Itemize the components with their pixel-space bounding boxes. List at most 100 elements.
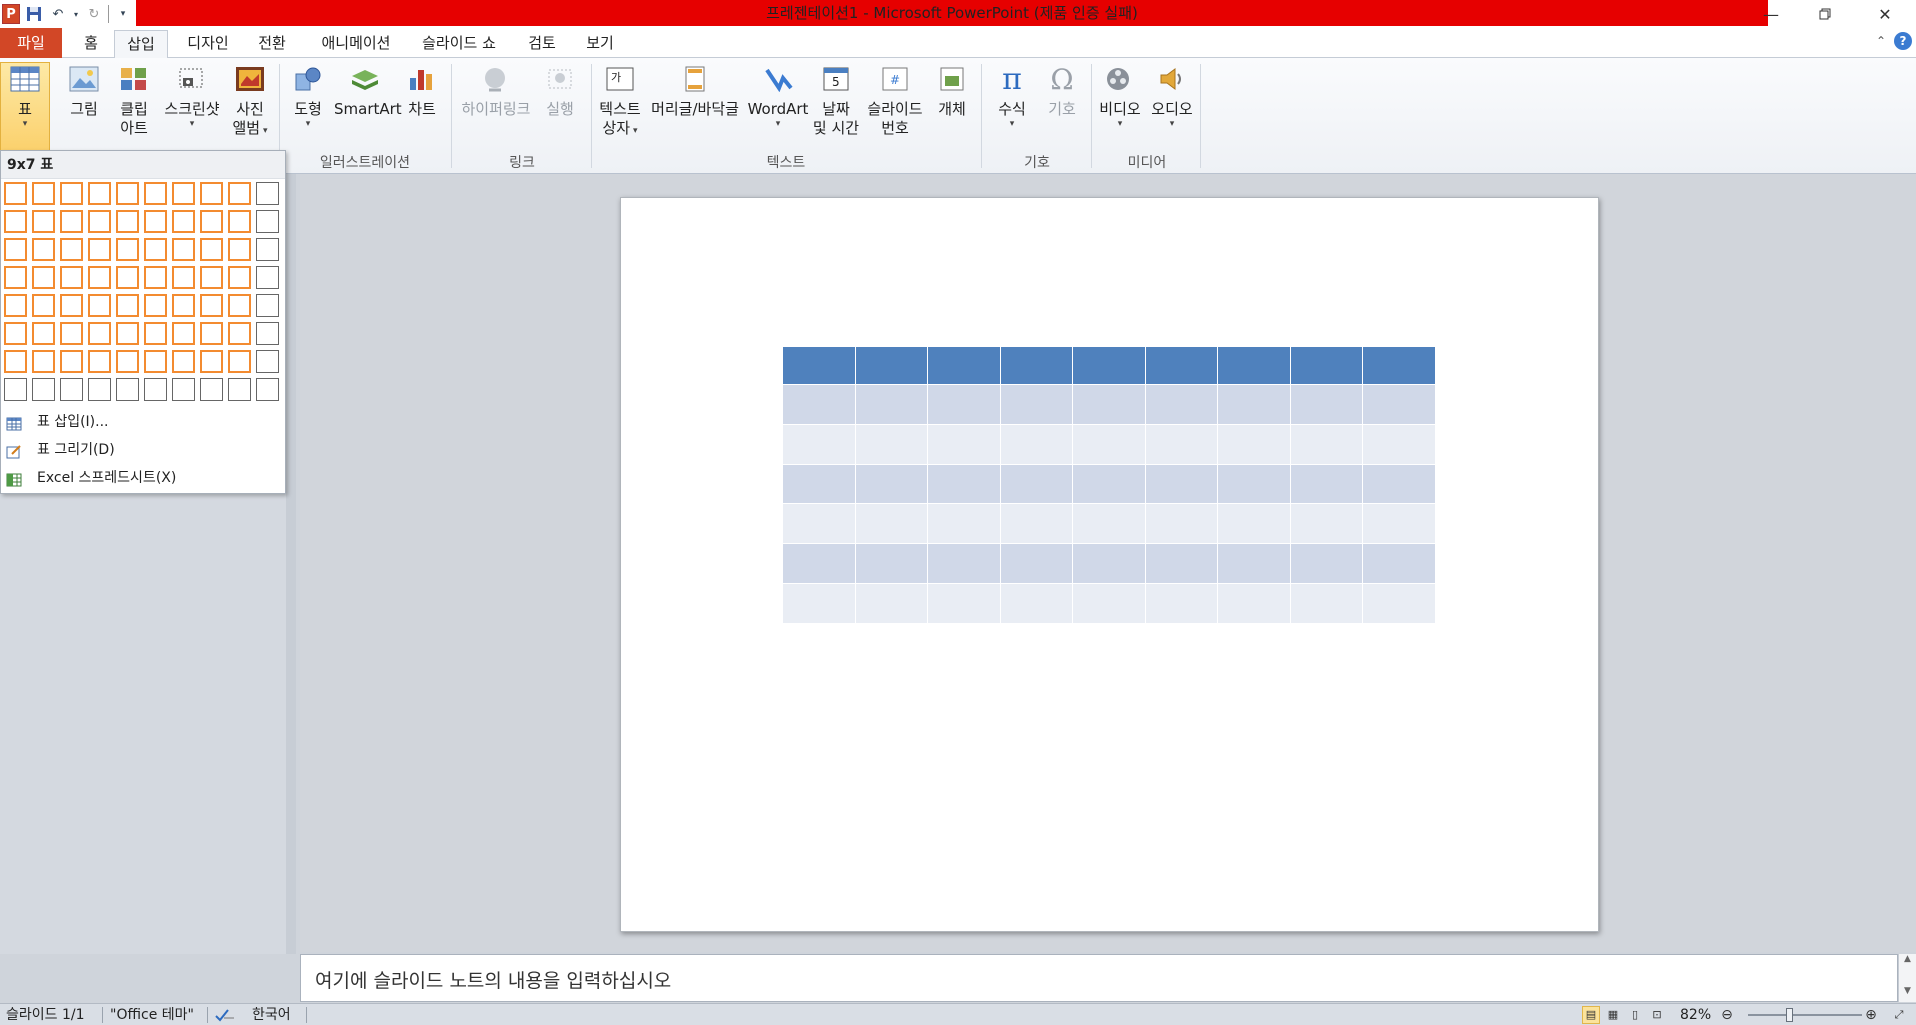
table-grid-cell[interactable] [228,378,251,401]
table-grid-cell[interactable] [256,210,279,233]
tab-review[interactable]: 검토 [520,30,564,58]
save-icon[interactable] [24,4,44,24]
slide-number-button[interactable]: # 슬라이드 번호 [862,64,928,138]
table-cell[interactable] [1289,423,1363,465]
table-cell[interactable] [1217,503,1291,545]
normal-view-icon[interactable]: ▤ [1582,1006,1600,1024]
table-grid-cell[interactable] [60,378,83,401]
table-grid-cell[interactable] [116,266,139,289]
table-grid-cell[interactable] [32,238,55,261]
spellcheck-icon[interactable] [214,1006,236,1025]
table-grid-cell[interactable] [200,322,223,345]
table-grid-cell[interactable] [60,294,83,317]
table-cell[interactable] [1289,543,1363,584]
table-grid-cell[interactable] [256,294,279,317]
table-cell[interactable] [1072,543,1146,584]
hyperlink-button[interactable]: 하이퍼링크 [456,64,536,119]
scroll-up-icon[interactable]: ▲ [1899,954,1916,964]
header-footer-button[interactable]: 머리글/바닥글 [646,64,744,119]
table-grid-cell[interactable] [116,350,139,373]
table-cell[interactable] [782,503,856,545]
help-icon[interactable]: ? [1894,32,1912,50]
table-grid-cell[interactable] [32,182,55,205]
table-grid-cell[interactable] [200,266,223,289]
table-cell[interactable] [927,384,1001,425]
slide-table[interactable] [782,346,1436,624]
table-cell[interactable] [1362,503,1436,545]
table-grid-cell[interactable] [4,182,27,205]
wordart-button[interactable]: WordArt ▾ [746,64,810,129]
slideshow-view-icon[interactable]: ⊡ [1648,1006,1666,1024]
table-grid-cell[interactable] [144,210,167,233]
table-grid-cell[interactable] [144,350,167,373]
table-grid-cell[interactable] [172,266,195,289]
table-cell[interactable] [1217,423,1291,465]
object-button[interactable]: 개체 [932,64,972,119]
table-grid-cell[interactable] [60,266,83,289]
table-cell[interactable] [999,463,1073,505]
table-grid-cell[interactable] [200,210,223,233]
table-cell[interactable] [1144,346,1218,385]
table-cell[interactable] [854,384,928,425]
minimize-button[interactable]: — [1744,0,1798,28]
table-cell[interactable] [1144,543,1218,584]
table-cell[interactable] [782,543,856,584]
screenshot-button[interactable]: 스크린샷 ▾ [160,64,224,129]
table-grid-cell[interactable] [172,238,195,261]
tab-home[interactable]: 홈 [76,30,106,58]
table-cell[interactable] [1217,463,1291,505]
table-cell[interactable] [782,346,856,385]
table-grid-cell[interactable] [60,350,83,373]
table-grid-cell[interactable] [144,378,167,401]
table-cell[interactable] [1072,423,1146,465]
table-cell[interactable] [1144,503,1218,545]
table-grid-cell[interactable] [116,210,139,233]
table-cell[interactable] [1217,543,1291,584]
table-grid-cell[interactable] [32,378,55,401]
slide-sorter-view-icon[interactable]: ▦ [1604,1006,1622,1024]
tab-file[interactable]: 파일 [0,28,62,58]
table-grid-cell[interactable] [4,350,27,373]
table-grid-cell[interactable] [200,378,223,401]
table-grid-cell[interactable] [4,266,27,289]
notes-pane[interactable]: 여기에 슬라이드 노트의 내용을 입력하십시오 [300,954,1898,1002]
table-grid-cell[interactable] [88,378,111,401]
table-grid-cell[interactable] [228,350,251,373]
table-cell[interactable] [854,503,928,545]
table-cell[interactable] [1289,463,1363,505]
table-cell[interactable] [1289,384,1363,425]
scroll-down-icon[interactable]: ▼ [1899,986,1916,996]
smartart-button[interactable]: SmartArt [334,64,402,119]
table-cell[interactable] [999,543,1073,584]
table-cell[interactable] [854,543,928,584]
table-cell[interactable] [927,346,1001,385]
insert-table-menu-item[interactable]: 표 삽입(I)... [1,408,285,436]
zoom-level[interactable]: 82% [1680,1006,1711,1024]
notes-scrollbar[interactable]: ▲ ▼ [1898,954,1916,1002]
table-cell[interactable] [1217,582,1291,624]
table-cell[interactable] [1362,384,1436,425]
table-grid-cell[interactable] [256,238,279,261]
fit-to-window-icon[interactable]: ⤢ [1890,1006,1908,1024]
table-cell[interactable] [927,582,1001,624]
table-grid-cell[interactable] [88,322,111,345]
close-button[interactable]: ✕ [1858,0,1912,28]
equation-button[interactable]: π 수식 ▾ [990,64,1034,129]
table-grid-cell[interactable] [228,266,251,289]
minimize-ribbon-icon[interactable]: ⌃ [1876,34,1886,48]
table-grid-cell[interactable] [60,210,83,233]
tab-insert[interactable]: 삽입 [114,30,168,59]
table-grid-cell[interactable] [256,350,279,373]
excel-spreadsheet-menu-item[interactable]: Excel 스프레드시트(X) [1,464,285,492]
zoom-out-icon[interactable]: ⊖ [1718,1006,1736,1024]
table-grid-cell[interactable] [116,182,139,205]
table-cell[interactable] [1362,463,1436,505]
tab-design[interactable]: 디자인 [178,30,238,58]
table-cell[interactable] [999,582,1073,624]
table-grid-cell[interactable] [88,210,111,233]
table-grid-cell[interactable] [116,238,139,261]
table-grid-cell[interactable] [172,294,195,317]
table-grid-cell[interactable] [4,322,27,345]
table-cell[interactable] [1144,463,1218,505]
table-cell[interactable] [1072,582,1146,624]
